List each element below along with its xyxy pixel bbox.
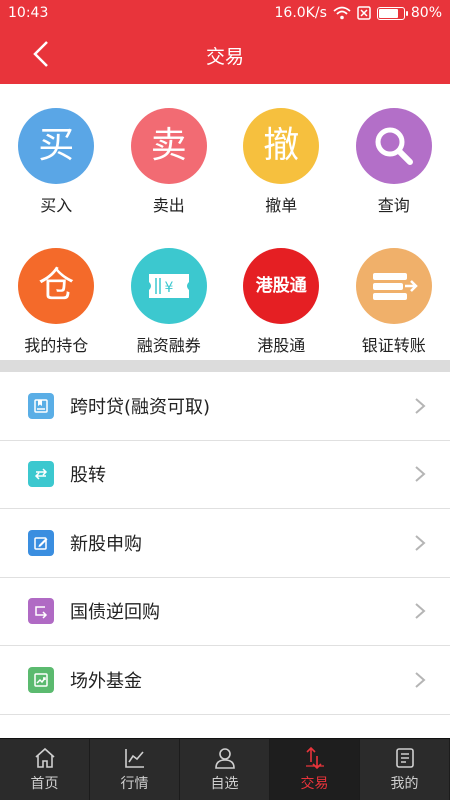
grid-row-2: 仓 我的持仓 ¥ 融资融券 港股通 港股通 银证转账	[0, 248, 450, 378]
list-item-ipo-subscription[interactable]: 新股申购	[0, 509, 450, 578]
chevron-left-icon	[33, 41, 48, 67]
page-title: 交易	[205, 45, 244, 68]
user-icon	[214, 748, 235, 769]
list-item-cross-time-loan[interactable]: 跨时贷(融资可取)	[0, 372, 450, 441]
grid-label: 撤单	[265, 196, 298, 215]
tab-watchlist[interactable]: 自选	[180, 739, 270, 800]
tab-mine[interactable]: 我的	[360, 739, 450, 800]
tab-home[interactable]: 首页	[0, 739, 90, 800]
tab-label: 交易	[300, 776, 329, 792]
header-bar: 交易	[0, 26, 450, 84]
chevron-right-icon	[415, 603, 426, 620]
search-icon	[355, 108, 432, 184]
wifi-icon	[333, 6, 351, 20]
list-item-label: 股转	[70, 465, 106, 487]
status-bar: 10:43 16.0K/s 80%	[0, 0, 450, 26]
grid-label: 买入	[40, 196, 73, 215]
home-icon	[34, 747, 55, 768]
list-item-otc-fund[interactable]: 场外基金	[0, 646, 450, 715]
document-icon	[395, 748, 414, 768]
chart-icon	[124, 749, 144, 768]
function-grid: 买 买入 卖 卖出 撤 撤单 查询 仓 我的持仓 ¥ 融资融券 港股通 港股通 …	[0, 84, 450, 360]
edit-icon	[28, 529, 54, 556]
grid-item-cancel-order[interactable]: 撤 撤单	[225, 108, 338, 238]
grid-label: 融资融券	[136, 336, 201, 355]
svg-text:¥: ¥	[164, 280, 173, 296]
tab-label: 首页	[30, 776, 59, 792]
battery-icon	[376, 6, 408, 20]
list-item-share-transfer[interactable]: 股转	[0, 440, 450, 509]
status-right: 16.0K/s 80%	[275, 5, 443, 21]
grid-label: 港股通	[257, 336, 306, 355]
chevron-right-icon	[415, 671, 426, 688]
grid-item-sell[interactable]: 卖 卖出	[113, 108, 226, 238]
ticket-icon: ¥	[130, 248, 207, 324]
tab-label: 我的	[390, 776, 419, 792]
sell-icon: 卖	[130, 108, 207, 184]
section-divider	[0, 360, 450, 372]
grid-item-query[interactable]: 查询	[338, 108, 450, 238]
battery-percent: 80%	[410, 5, 442, 21]
transfer-icon	[355, 248, 432, 324]
trade-icon	[305, 746, 324, 770]
grid-label: 卖出	[152, 196, 185, 215]
holdings-icon: 仓	[18, 248, 95, 324]
function-list: 跨时贷(融资可取) 股转 新股申购 国债逆回购 场外基金	[0, 372, 450, 715]
grid-item-buy[interactable]: 买 买入	[0, 108, 113, 238]
grid-row-1: 买 买入 卖 卖出 撤 撤单 查询	[0, 108, 450, 238]
trend-icon	[28, 666, 54, 693]
tab-market[interactable]: 行情	[90, 739, 180, 800]
list-item-label: 国债逆回购	[70, 602, 160, 624]
network-speed: 16.0K/s	[274, 5, 327, 21]
tab-trade[interactable]: 交易	[270, 739, 360, 800]
tab-label: 行情	[120, 776, 149, 792]
grid-item-margin[interactable]: ¥ 融资融券	[113, 248, 226, 378]
grid-item-bank-transfer[interactable]: 银证转账	[338, 248, 450, 378]
bottom-tab-bar: 首页 行情 自选 交易 我的	[0, 738, 450, 800]
swap-icon	[28, 461, 54, 488]
chevron-right-icon	[415, 397, 426, 414]
back-button[interactable]	[26, 39, 56, 69]
list-item-label: 新股申购	[70, 533, 142, 555]
grid-item-hk-connect[interactable]: 港股通 港股通	[225, 248, 338, 378]
book-icon	[28, 392, 54, 419]
status-time: 10:43	[8, 5, 49, 21]
return-icon	[28, 598, 54, 625]
no-sim-icon	[357, 6, 371, 20]
buy-icon: 买	[18, 108, 95, 184]
chevron-right-icon	[415, 466, 426, 483]
list-item-label: 跨时贷(融资可取)	[70, 396, 211, 418]
list-item-label: 场外基金	[70, 670, 142, 692]
list-item-reverse-repo[interactable]: 国债逆回购	[0, 577, 450, 646]
tab-label: 自选	[210, 776, 239, 792]
grid-label: 我的持仓	[24, 336, 89, 355]
cancel-order-icon: 撤	[243, 108, 320, 184]
hk-connect-icon: 港股通	[243, 248, 320, 324]
grid-label: 查询	[377, 196, 410, 215]
grid-label: 银证转账	[361, 336, 426, 355]
chevron-right-icon	[415, 534, 426, 551]
grid-item-holdings[interactable]: 仓 我的持仓	[0, 248, 113, 378]
